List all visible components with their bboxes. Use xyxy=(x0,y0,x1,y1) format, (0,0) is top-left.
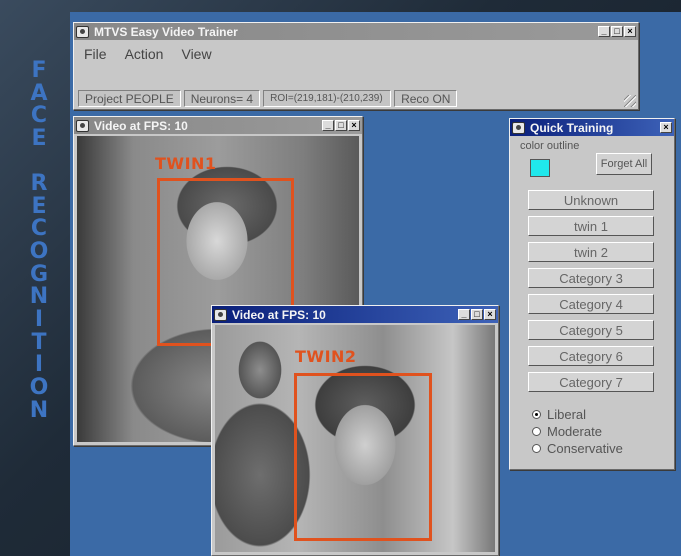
title-letter: R xyxy=(30,170,48,196)
maximize-icon[interactable]: □ xyxy=(471,309,483,320)
radio-conservative[interactable]: Conservative xyxy=(532,440,623,457)
menu-action[interactable]: Action xyxy=(125,46,164,70)
window-title: MTVS Easy Video Trainer xyxy=(94,24,238,39)
title-letter: E xyxy=(31,126,47,152)
maximize-icon[interactable]: □ xyxy=(335,120,347,131)
title-letter: C xyxy=(30,216,48,242)
status-roi: ROI=(219,181)-(210,239) xyxy=(263,90,392,107)
radio-label: Conservative xyxy=(547,441,623,456)
quick-training-window: Quick Training × color outline Forget Al… xyxy=(509,118,675,470)
status-reco: Reco ON xyxy=(394,90,458,107)
face-label: TWIN2 xyxy=(295,347,357,366)
close-icon[interactable]: × xyxy=(624,26,636,37)
face-roi-box[interactable] xyxy=(294,373,432,541)
category-button[interactable]: Category 3 xyxy=(528,268,654,288)
radio-icon[interactable] xyxy=(532,444,541,453)
quick-title: Quick Training xyxy=(530,120,614,135)
status-bar: Project PEOPLE Neurons= 4 ROI=(219,181)-… xyxy=(78,90,634,107)
category-button[interactable]: twin 1 xyxy=(528,216,654,236)
quick-titlebar[interactable]: Quick Training × xyxy=(510,119,674,136)
title-letter: C xyxy=(30,103,48,129)
title-letter: T xyxy=(31,329,47,355)
minimize-icon[interactable]: _ xyxy=(598,26,610,37)
title-letter: G xyxy=(29,261,49,287)
radio-label: Liberal xyxy=(547,407,587,422)
resize-grip-icon[interactable] xyxy=(624,95,636,107)
video2-title: Video at FPS: 10 xyxy=(232,307,326,322)
radio-icon[interactable] xyxy=(532,427,541,436)
minimize-icon[interactable]: _ xyxy=(458,309,470,320)
app-icon[interactable] xyxy=(512,121,525,134)
category-list: Unknown twin 1 twin 2 Category 3 Categor… xyxy=(528,190,654,398)
title-letter: A xyxy=(30,80,48,106)
category-button[interactable]: Unknown xyxy=(528,190,654,210)
menu-view[interactable]: View xyxy=(181,46,211,70)
outline-color-swatch[interactable] xyxy=(530,159,550,177)
close-icon[interactable]: × xyxy=(348,120,360,131)
video2-feed[interactable]: TWIN2 xyxy=(215,325,495,552)
category-button[interactable]: Category 5 xyxy=(528,320,654,340)
category-button[interactable]: Category 4 xyxy=(528,294,654,314)
title-letter: F xyxy=(31,58,47,83)
face-recognition-title: F A C E R E C O G N I T I O N xyxy=(22,58,56,530)
app-icon[interactable] xyxy=(76,25,89,38)
category-button[interactable]: Category 6 xyxy=(528,346,654,366)
color-outline-label: color outline xyxy=(520,140,580,152)
menu-file[interactable]: File xyxy=(84,46,107,70)
face-label: TWIN1 xyxy=(155,154,217,173)
close-icon[interactable]: × xyxy=(660,122,672,133)
title-letter: O xyxy=(29,375,49,401)
minimize-icon[interactable]: _ xyxy=(322,120,334,131)
title-letter: N xyxy=(29,284,49,310)
title-letter: I xyxy=(34,352,44,378)
maximize-icon[interactable]: □ xyxy=(611,26,623,37)
video2-titlebar[interactable]: Video at FPS: 10 _ □ × xyxy=(212,306,498,323)
menu-bar: File Action View xyxy=(74,40,638,70)
trainer-window: MTVS Easy Video Trainer _ □ × File Actio… xyxy=(73,22,639,110)
category-button[interactable]: twin 2 xyxy=(528,242,654,262)
video1-title: Video at FPS: 10 xyxy=(94,118,188,133)
title-letter: O xyxy=(29,238,49,264)
category-button[interactable]: Category 7 xyxy=(528,372,654,392)
close-icon[interactable]: × xyxy=(484,309,496,320)
radio-liberal[interactable]: Liberal xyxy=(532,406,623,423)
title-letter: N xyxy=(29,397,49,423)
radio-selected-icon[interactable] xyxy=(532,410,541,419)
status-project: Project PEOPLE xyxy=(78,90,181,107)
app-icon[interactable] xyxy=(214,308,227,321)
title-letter: E xyxy=(31,193,47,219)
video-window-2: Video at FPS: 10 _ □ × TWIN2 xyxy=(211,305,499,556)
forget-all-button[interactable]: Forget All xyxy=(596,153,652,175)
quick-body: color outline xyxy=(510,136,674,152)
video1-titlebar[interactable]: Video at FPS: 10 _ □ × xyxy=(74,117,362,134)
radio-label: Moderate xyxy=(547,424,602,439)
radio-moderate[interactable]: Moderate xyxy=(532,423,623,440)
trainer-titlebar[interactable]: MTVS Easy Video Trainer _ □ × xyxy=(74,23,638,40)
title-letter: I xyxy=(34,307,44,333)
option-radio-group: Liberal Moderate Conservative xyxy=(532,406,623,457)
status-neurons: Neurons= 4 xyxy=(183,90,261,107)
app-icon[interactable] xyxy=(76,119,89,132)
